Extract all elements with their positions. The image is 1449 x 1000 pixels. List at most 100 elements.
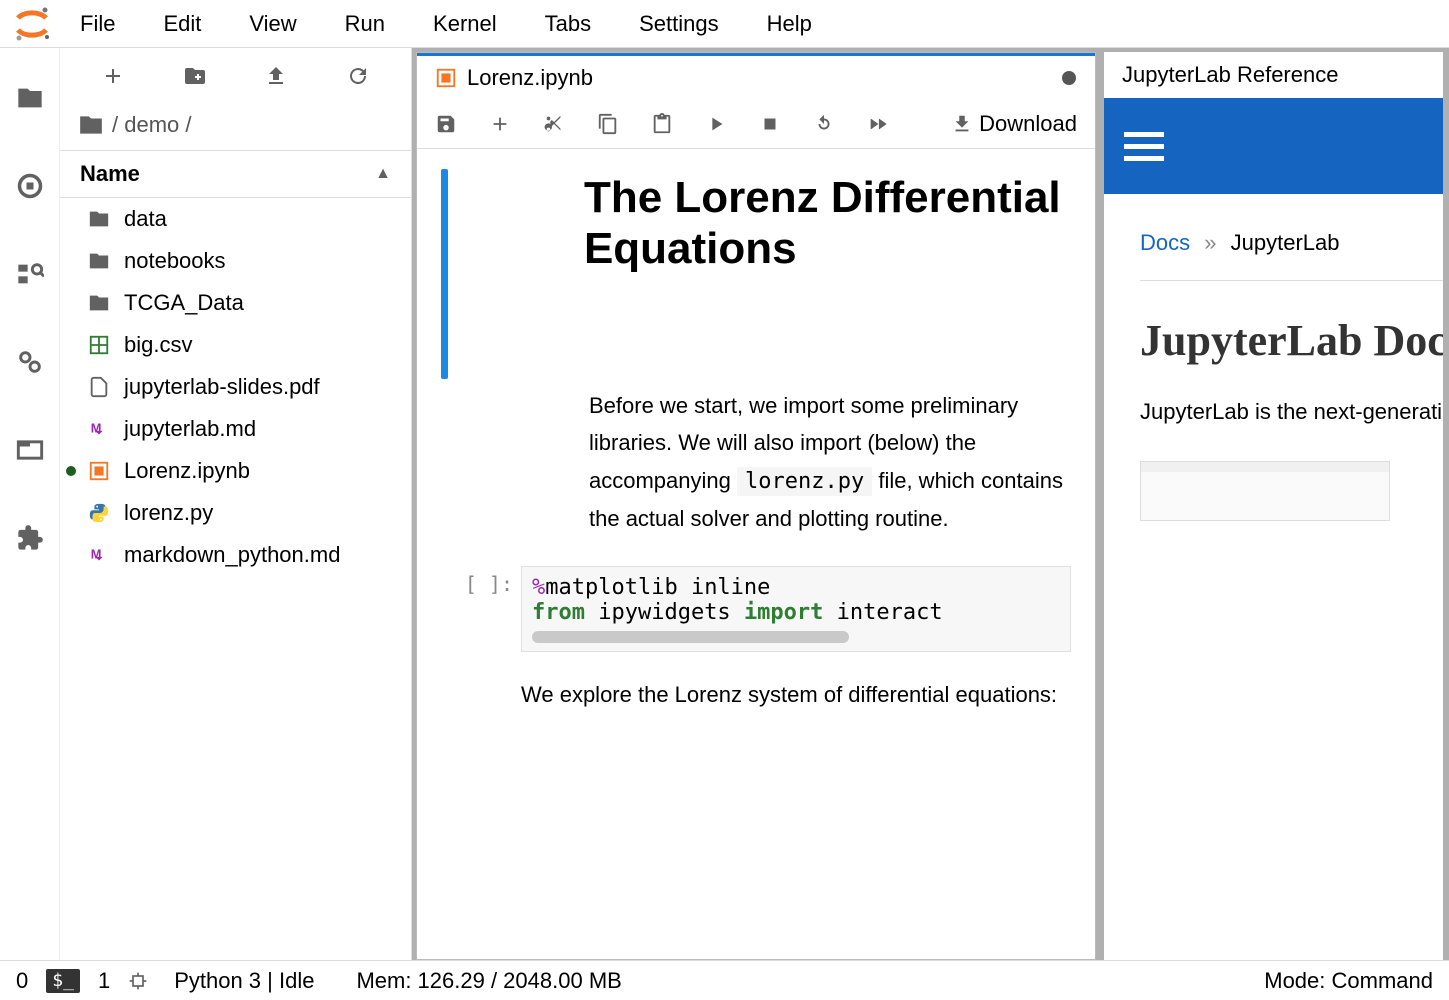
- intro-paragraph: Before we start, we import some prelimin…: [589, 387, 1071, 538]
- cut-icon[interactable]: [543, 113, 565, 135]
- file-type-icon: M: [86, 418, 112, 440]
- file-name: jupyterlab.md: [124, 416, 256, 442]
- main-area: Lorenz.ipynb Download: [412, 48, 1449, 960]
- name-column-label: Name: [80, 161, 140, 187]
- code-cell[interactable]: [ ]: %matplotlib inline from ipywidgets …: [441, 566, 1071, 652]
- menu-help[interactable]: Help: [767, 11, 812, 37]
- tab-reference[interactable]: JupyterLab Reference: [1104, 52, 1443, 98]
- sort-caret-icon: ▲: [375, 165, 391, 183]
- cell-prompt: [ ]:: [441, 566, 513, 596]
- notebook-content[interactable]: The Lorenz Differential Equations Before…: [417, 149, 1095, 959]
- notebook-icon: [435, 67, 457, 89]
- status-terminals-count: 1: [98, 968, 110, 994]
- file-item[interactable]: Lorenz.ipynb: [60, 450, 411, 492]
- terminal-icon[interactable]: $_: [46, 969, 80, 993]
- file-name: notebooks: [124, 248, 226, 274]
- activity-bar: [0, 48, 60, 960]
- file-name: jupyterlab-slides.pdf: [124, 374, 320, 400]
- menu-bar: File Edit View Run Kernel Tabs Settings …: [0, 0, 1449, 48]
- file-type-icon: [86, 460, 112, 482]
- file-type-icon: [86, 376, 112, 398]
- file-type-icon: [86, 334, 112, 356]
- file-item[interactable]: notebooks: [60, 240, 411, 282]
- file-name: Lorenz.ipynb: [124, 458, 250, 484]
- tab-lorenz[interactable]: Lorenz.ipynb: [417, 56, 1095, 99]
- file-item[interactable]: jupyterlab-slides.pdf: [60, 366, 411, 408]
- refresh-icon[interactable]: [346, 64, 370, 88]
- status-kernel[interactable]: Python 3 | Idle: [174, 968, 314, 994]
- file-type-icon: [86, 250, 112, 272]
- reference-paragraph: JupyterLab is the next-generation web-ba…: [1140, 392, 1443, 433]
- upload-icon[interactable]: [264, 64, 288, 88]
- breadcrumb-separator: »: [1204, 230, 1216, 255]
- file-type-icon: [86, 292, 112, 314]
- new-launcher-icon[interactable]: [101, 64, 125, 88]
- menu-edit[interactable]: Edit: [163, 11, 201, 37]
- menu-tabs[interactable]: Tabs: [545, 11, 591, 37]
- status-mode: Mode: Command: [1264, 968, 1433, 994]
- running-dot-icon: [66, 466, 76, 476]
- screenshot-thumbnail: [1140, 461, 1390, 521]
- file-type-icon: M: [86, 544, 112, 566]
- notebook-toolbar: Download: [417, 99, 1095, 149]
- status-left-number: 0: [16, 968, 28, 994]
- markdown-cell[interactable]: The Lorenz Differential Equations: [441, 169, 1071, 379]
- code-input[interactable]: %matplotlib inline from ipywidgets impor…: [521, 566, 1071, 652]
- status-bar: 0 $_ 1 Python 3 | Idle Mem: 126.29 / 204…: [0, 960, 1449, 1000]
- unsaved-indicator-icon: [1062, 71, 1076, 85]
- reference-body[interactable]: Docs » JupyterLab JupyterLab Documentati…: [1104, 194, 1443, 521]
- file-browser-icon[interactable]: [16, 84, 44, 112]
- save-icon[interactable]: [435, 113, 457, 135]
- run-icon[interactable]: [705, 113, 727, 135]
- fast-forward-icon[interactable]: [867, 113, 889, 135]
- file-name: big.csv: [124, 332, 192, 358]
- menu-run[interactable]: Run: [345, 11, 385, 37]
- restart-icon[interactable]: [813, 113, 835, 135]
- file-browser: / demo / Name ▲ data notebooks TCGA_Databi…: [60, 48, 412, 960]
- download-button[interactable]: Download: [951, 111, 1077, 137]
- file-name: data: [124, 206, 167, 232]
- extensions-icon[interactable]: [16, 524, 44, 552]
- menu-kernel[interactable]: Kernel: [433, 11, 497, 37]
- file-item[interactable]: Mmarkdown_python.md: [60, 534, 411, 576]
- inline-code: lorenz.py: [737, 467, 872, 496]
- copy-icon[interactable]: [597, 113, 619, 135]
- breadcrumb-current: JupyterLab: [1231, 230, 1340, 255]
- tab-label: Lorenz.ipynb: [467, 65, 593, 91]
- horizontal-scrollbar[interactable]: [532, 631, 849, 643]
- menu-settings[interactable]: Settings: [639, 11, 719, 37]
- file-name: TCGA_Data: [124, 290, 244, 316]
- tabs-icon[interactable]: [16, 436, 44, 464]
- breadcrumb-path: / demo /: [112, 112, 191, 138]
- file-item[interactable]: lorenz.py: [60, 492, 411, 534]
- file-name: lorenz.py: [124, 500, 213, 526]
- new-folder-icon[interactable]: [183, 64, 207, 88]
- file-type-icon: [86, 502, 112, 524]
- file-item[interactable]: big.csv: [60, 324, 411, 366]
- jupyter-logo-icon: [12, 4, 52, 44]
- file-list-header[interactable]: Name ▲: [60, 150, 411, 198]
- stop-icon[interactable]: [759, 113, 781, 135]
- breadcrumb[interactable]: / demo /: [60, 104, 411, 150]
- reference-panel: JupyterLab Reference Docs » JupyterLab J…: [1104, 52, 1443, 960]
- download-icon: [951, 113, 973, 135]
- hamburger-icon[interactable]: [1124, 132, 1164, 161]
- markdown-paragraph: We explore the Lorenz system of differen…: [441, 652, 1071, 713]
- docs-link[interactable]: Docs: [1140, 230, 1190, 255]
- main-menu: File Edit View Run Kernel Tabs Settings …: [68, 11, 812, 37]
- notebook-panel: Lorenz.ipynb Download: [416, 52, 1096, 960]
- insert-cell-icon[interactable]: [489, 113, 511, 135]
- file-item[interactable]: Mjupyterlab.md: [60, 408, 411, 450]
- file-item[interactable]: data: [60, 198, 411, 240]
- running-sessions-icon[interactable]: [16, 172, 44, 200]
- kernel-icon[interactable]: [128, 971, 148, 991]
- menu-file[interactable]: File: [80, 11, 115, 37]
- reference-header: [1104, 98, 1443, 194]
- toc-icon[interactable]: [16, 260, 44, 288]
- cell-selection-bar: [441, 169, 448, 379]
- menu-view[interactable]: View: [249, 11, 296, 37]
- file-item[interactable]: TCGA_Data: [60, 282, 411, 324]
- settings-icon[interactable]: [16, 348, 44, 376]
- paste-icon[interactable]: [651, 113, 673, 135]
- status-memory: Mem: 126.29 / 2048.00 MB: [356, 968, 621, 994]
